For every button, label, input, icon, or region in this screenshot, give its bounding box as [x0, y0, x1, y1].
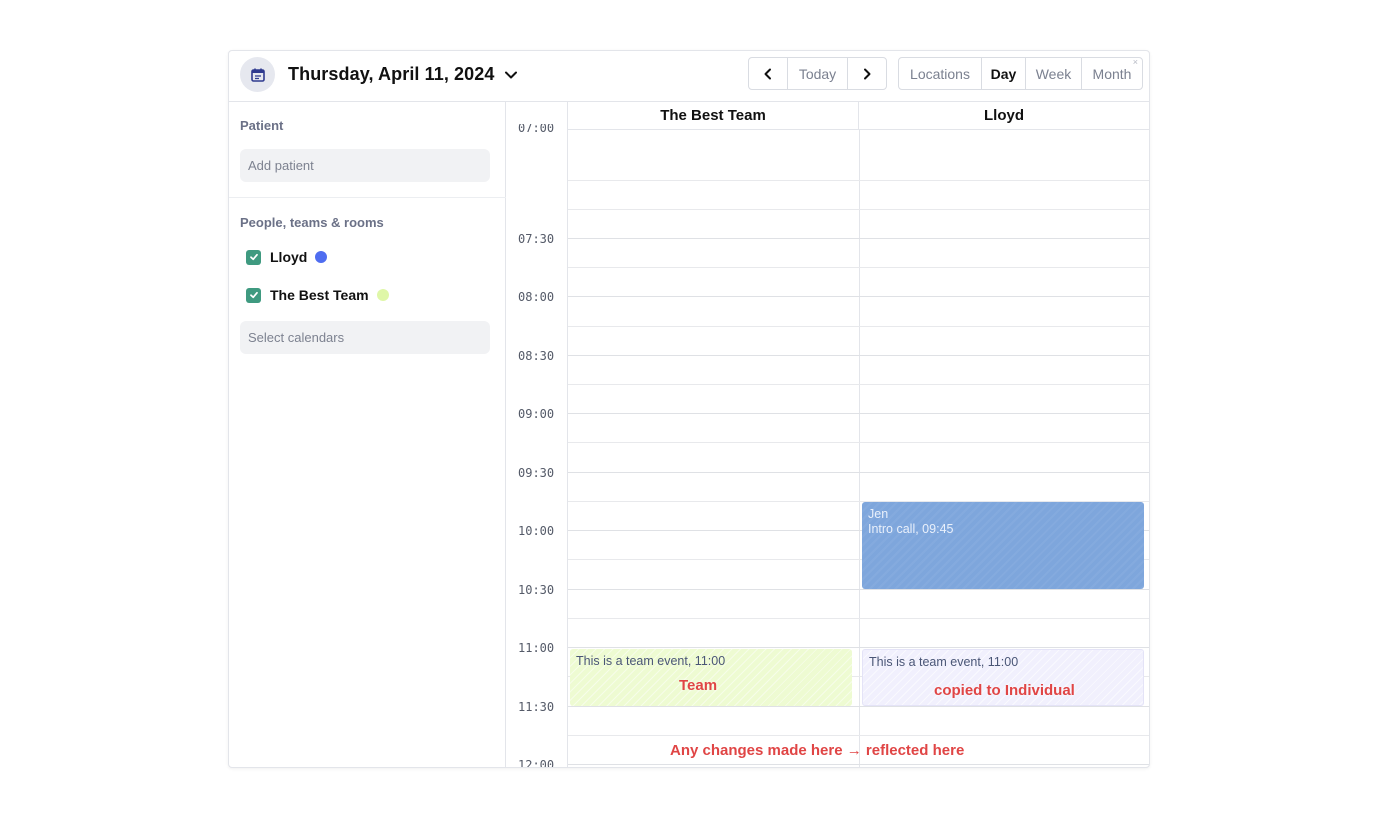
calendar-item-lloyd[interactable]: Lloyd: [246, 247, 328, 267]
calendar-header: Thursday, April 11, 2024 Today Locations…: [229, 51, 1149, 102]
slot-line: [568, 180, 1149, 181]
chevron-left-icon: [764, 68, 771, 79]
time-line: [568, 472, 1149, 473]
time-line: [568, 706, 1149, 707]
slot-line: [568, 442, 1149, 443]
event-subtitle: Intro call, 09:45: [868, 522, 954, 536]
time-label: 08:30: [518, 349, 555, 363]
column-divider: [859, 130, 860, 767]
people-teams-rooms-label: People, teams & rooms: [240, 215, 384, 230]
event-title: This is a team event, 11:00: [869, 655, 1019, 669]
time-label: 07:00: [518, 124, 555, 132]
time-label: 08:00: [518, 290, 555, 304]
add-patient-input[interactable]: Add patient: [240, 149, 490, 182]
day-view-grid[interactable]: The Best Team Lloyd 07:00 07:30 08:00 08…: [506, 102, 1149, 768]
view-day-button[interactable]: Day: [982, 58, 1026, 89]
calendar-color-dot: [315, 251, 328, 263]
view-month-button[interactable]: Month ×: [1082, 57, 1142, 89]
close-icon[interactable]: ×: [1133, 57, 1138, 67]
time-label: 11:00: [518, 641, 555, 655]
time-label: 09:00: [518, 407, 555, 421]
slot-line: [568, 326, 1149, 327]
check-icon: [249, 291, 258, 299]
time-label: 09:30: [518, 466, 555, 480]
calendar-icon: [250, 68, 265, 82]
event-title: This is a team event, 11:00: [576, 654, 726, 668]
time-line: [568, 589, 1149, 590]
sidebar-divider: [229, 197, 506, 198]
select-calendars-input[interactable]: Select calendars: [240, 321, 490, 354]
view-switcher: Locations Day Week Month ×: [898, 57, 1143, 90]
time-label: 07:30: [518, 232, 555, 246]
sidebar: Patient Add patient People, teams & room…: [229, 102, 506, 767]
today-button[interactable]: Today: [788, 58, 848, 89]
event-intro-call[interactable]: Jen Intro call, 09:45: [862, 502, 1144, 589]
time-label: 11:30: [518, 700, 555, 714]
annotation-team: Team: [679, 677, 718, 694]
calendar-item-the-best-team[interactable]: The Best Team: [246, 285, 389, 305]
checkbox-checked[interactable]: [246, 249, 261, 265]
check-icon: [249, 253, 258, 261]
date-navigation: Today: [748, 57, 887, 90]
annotation-copied: copied to Individual: [934, 682, 1075, 699]
slot-line: [568, 267, 1149, 268]
calendar-color-dot: [376, 289, 389, 301]
column-header-the-best-team: The Best Team: [568, 102, 859, 130]
checkbox-checked[interactable]: [246, 287, 261, 303]
calendar-item-label: Lloyd: [270, 249, 308, 265]
calendar-item-label: The Best Team: [270, 287, 369, 303]
time-line: [568, 296, 1149, 297]
slot-line: [568, 209, 1149, 210]
time-label: 10:00: [518, 524, 555, 538]
time-gutter: [506, 102, 568, 767]
annotation-changes: Any changes made here → reflected here: [670, 742, 965, 759]
time-line: [568, 238, 1149, 239]
time-line: [568, 355, 1149, 356]
calendar-app: Thursday, April 11, 2024 Today Locations…: [228, 50, 1150, 768]
chevron-down-icon[interactable]: [503, 67, 519, 83]
chevron-right-icon: [864, 68, 871, 79]
time-line: [568, 647, 1149, 648]
time-label: 10:30: [518, 583, 555, 597]
next-day-button[interactable]: [848, 58, 886, 89]
time-label: 12:00: [518, 758, 555, 768]
slot-line: [568, 618, 1149, 619]
slot-line: [568, 384, 1149, 385]
previous-day-button[interactable]: [749, 58, 788, 89]
patient-label: Patient: [240, 118, 284, 133]
time-line: [568, 413, 1149, 414]
view-week-button[interactable]: Week: [1026, 58, 1082, 89]
event-title: Jen: [868, 507, 889, 521]
slot-line: [568, 735, 1149, 736]
date-title[interactable]: Thursday, April 11, 2024: [288, 64, 495, 85]
calendar-icon-button[interactable]: [240, 57, 275, 92]
time-line: [568, 764, 1149, 765]
column-header-lloyd: Lloyd: [859, 102, 1149, 130]
view-locations-button[interactable]: Locations: [899, 58, 982, 89]
view-month-label: Month: [1092, 65, 1132, 82]
